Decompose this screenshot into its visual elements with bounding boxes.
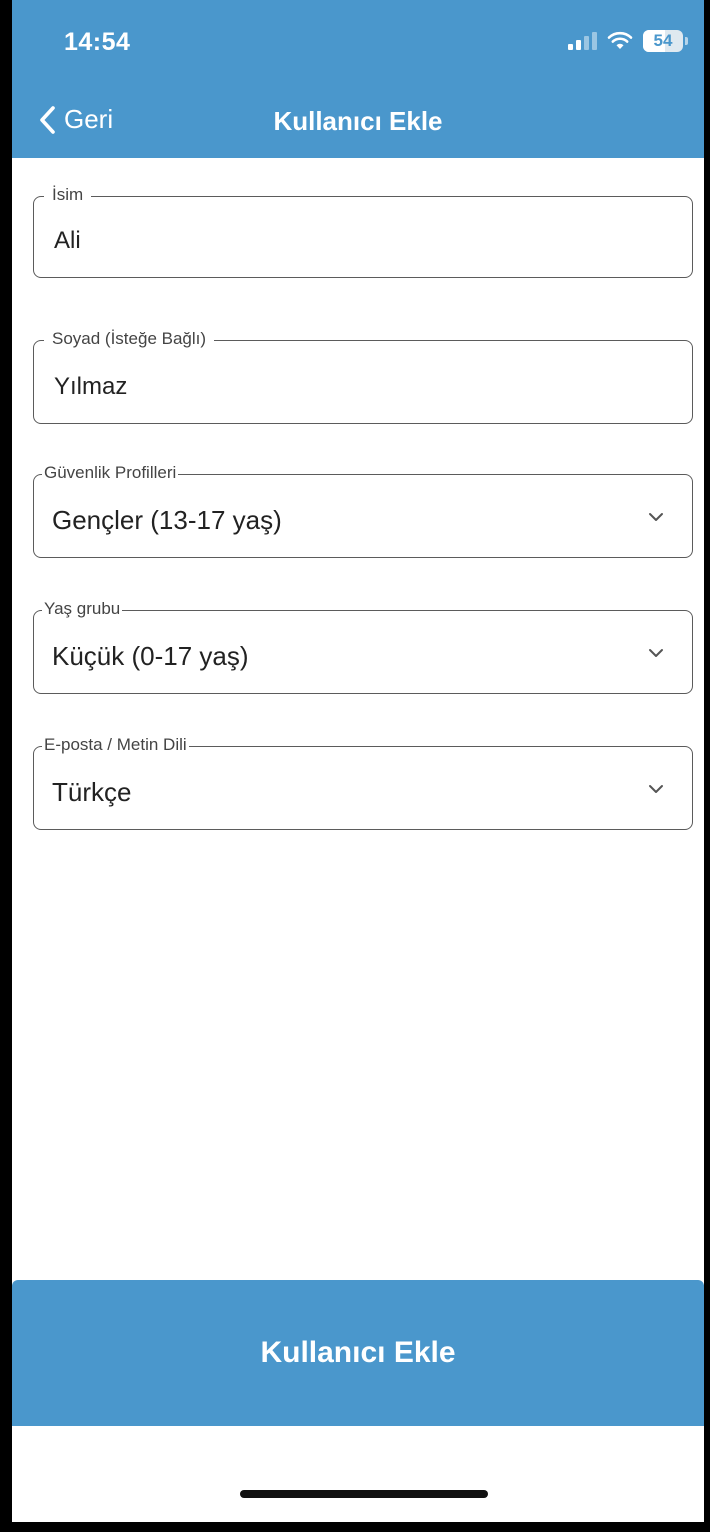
wifi-icon	[607, 31, 633, 49]
security-profile-value: Gençler (13-17 yaş)	[52, 505, 282, 535]
last-name-field[interactable]: Soyad (İsteğe Bağlı) Yılmaz	[33, 329, 693, 424]
language-value: Türkçe	[52, 777, 132, 807]
page-title: Kullanıcı Ekle	[273, 106, 443, 136]
age-group-select[interactable]: Yaş grubu Küçük (0-17 yaş)	[33, 599, 693, 694]
age-group-value: Küçük (0-17 yaş)	[52, 641, 249, 671]
chevron-down-icon	[649, 513, 663, 521]
add-user-button[interactable]: Kullanıcı Ekle	[12, 1280, 704, 1426]
status-icons: 54	[568, 30, 688, 52]
language-label: E-posta / Metin Dili	[42, 735, 189, 755]
security-profile-select[interactable]: Güvenlik Profilleri Gençler (13-17 yaş)	[33, 463, 693, 558]
first-name-label: İsim	[44, 185, 92, 205]
security-profile-label: Güvenlik Profilleri	[42, 463, 179, 483]
last-name-value: Yılmaz	[54, 373, 128, 400]
chevron-down-icon	[649, 649, 663, 657]
language-select[interactable]: E-posta / Metin Dili Türkçe	[33, 735, 693, 830]
header-bar: 14:54 54 Geri Kullanıcı Ekle	[12, 0, 704, 158]
last-name-label: Soyad (İsteğe Bağlı)	[44, 329, 215, 349]
battery-level: 54	[653, 31, 673, 50]
chevron-down-icon	[649, 785, 663, 793]
app-screen: 14:54 54 Geri Kullanıcı Ekle İsim Ali So…	[12, 0, 704, 1522]
first-name-value: Ali	[54, 227, 81, 254]
first-name-field[interactable]: İsim Ali	[33, 185, 693, 278]
status-time: 14:54	[64, 28, 131, 56]
cellular-signal-icon	[568, 32, 597, 50]
battery-icon: 54	[643, 30, 688, 52]
age-group-label: Yaş grubu	[42, 599, 123, 619]
home-indicator[interactable]	[240, 1490, 488, 1498]
